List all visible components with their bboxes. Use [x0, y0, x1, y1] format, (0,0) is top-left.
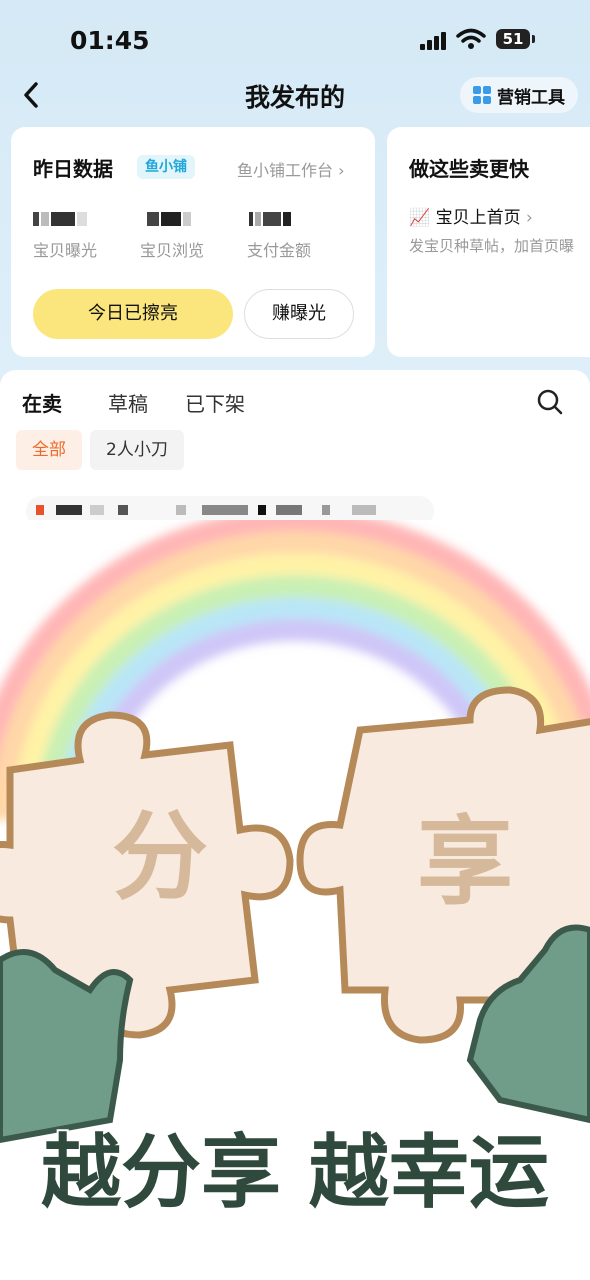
chevron-right-icon: ›	[525, 208, 533, 228]
filter-bargain[interactable]: 2人小刀	[90, 430, 184, 470]
stat-value-views	[147, 211, 193, 229]
tab-delisted[interactable]: 已下架	[185, 388, 245, 417]
promo-card-title: 做这些卖更快	[409, 157, 529, 181]
yesterday-data-card: 昨日数据 鱼小铺 鱼小铺工作台 › 宝贝曝光 宝贝浏览 支付金额 今日已擦亮 赚…	[11, 127, 375, 357]
puzzle-text-left: 分	[112, 801, 208, 913]
status-time: 01:45	[70, 26, 150, 55]
homepage-item-label: 宝贝上首页	[435, 208, 521, 228]
data-card-title: 昨日数据	[33, 157, 113, 181]
stat-label-exposure: 宝贝曝光	[33, 241, 98, 260]
workbench-link[interactable]: 鱼小铺工作台 ›	[237, 157, 345, 181]
grid-icon	[473, 86, 491, 104]
battery-icon: 51	[496, 29, 530, 49]
search-icon[interactable]	[536, 388, 564, 416]
homepage-item-link[interactable]: 📈 宝贝上首页 ›	[409, 203, 533, 228]
marketing-tools-label: 营销工具	[497, 87, 565, 108]
stat-label-payment: 支付金额	[247, 241, 312, 260]
filter-all[interactable]: 全部	[16, 430, 82, 470]
earn-exposure-button[interactable]: 赚曝光	[244, 289, 354, 339]
share-image: 分 享 越分享 越幸运	[0, 520, 590, 1280]
promo-subtext: 发宝贝种草帖，加首页曝	[409, 237, 575, 255]
tab-drafts[interactable]: 草稿	[108, 388, 148, 417]
shop-badge: 鱼小铺	[137, 155, 195, 179]
cellular-signal-icon	[420, 32, 450, 50]
stat-value-exposure	[33, 211, 89, 229]
share-slogan: 越分享 越幸运	[41, 1126, 549, 1219]
stat-value-payment	[249, 211, 293, 229]
hand-left-icon	[0, 949, 134, 1144]
wifi-icon	[456, 28, 486, 49]
marketing-tools-button[interactable]: 营销工具	[460, 77, 578, 113]
sell-faster-card[interactable]: 做这些卖更快 📈 宝贝上首页 › 发宝贝种草帖，加首页曝	[387, 127, 590, 357]
share-illustration: 分 享 越分享 越幸运	[0, 520, 590, 1221]
chevron-right-icon: ›	[338, 161, 345, 180]
tab-on-sale[interactable]: 在卖	[22, 388, 68, 417]
stat-label-views: 宝贝浏览	[140, 241, 205, 260]
puzzle-text-right: 享	[417, 806, 513, 918]
status-bar: 01:45 51	[0, 0, 590, 80]
workbench-label: 鱼小铺工作台	[237, 161, 334, 180]
battery-tip	[532, 35, 535, 43]
trending-chart-icon: 📈	[409, 208, 431, 228]
listing-panel: 在卖 草稿 已下架 全部 2人小刀	[0, 370, 590, 530]
polished-today-button[interactable]: 今日已擦亮	[33, 289, 233, 339]
